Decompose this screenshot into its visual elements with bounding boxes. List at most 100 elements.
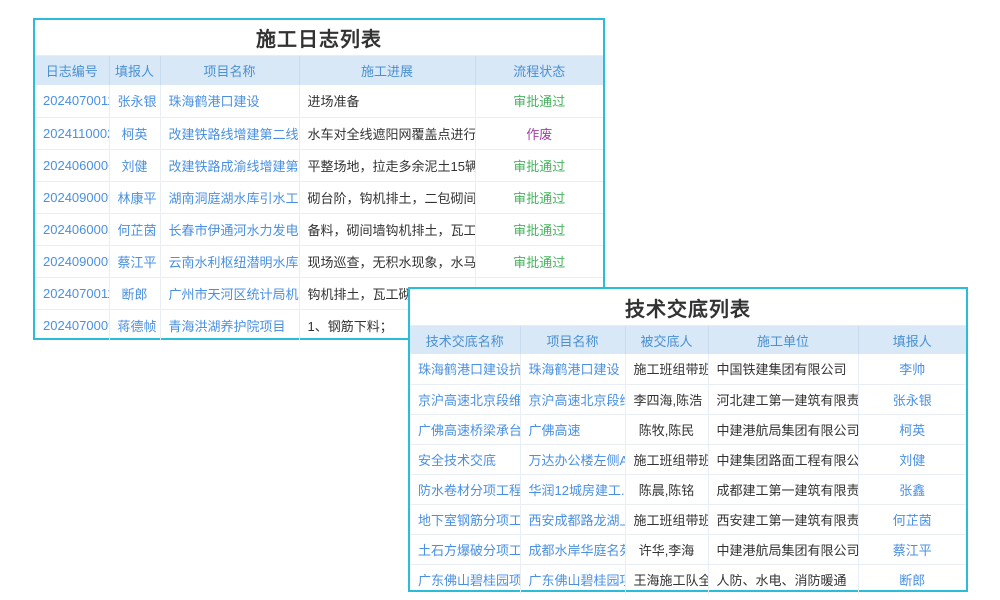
log-id-link[interactable]: 2024070009: [35, 309, 109, 341]
disclosure-name-link[interactable]: 防水卷材分项工程施...: [410, 474, 520, 504]
status-text: 审批通过: [513, 94, 565, 109]
disclosure-project-link[interactable]: 西安成都路龙湖上...: [520, 504, 625, 534]
disclosure-reporter-link[interactable]: 张永银: [858, 384, 966, 414]
disclosure-name-link[interactable]: 京沪高速北京段维修...: [410, 384, 520, 414]
disclosure-project-link[interactable]: 万达办公楼左侧A...: [520, 444, 625, 474]
tech-disclosure-title: 技术交底列表: [410, 289, 966, 326]
log-col-header-progress: 施工进展: [299, 56, 475, 85]
log-project-link[interactable]: 长春市伊通河水力发电厂...: [160, 213, 299, 245]
disclosure-header-row: 技术交底名称 项目名称 被交底人 施工单位 填报人: [410, 326, 966, 354]
log-reporter-link[interactable]: 柯英: [109, 117, 160, 149]
disclosure-name-link[interactable]: 广东佛山碧桂园项目...: [410, 564, 520, 594]
log-project-link[interactable]: 湖南洞庭湖水库引水工程...: [160, 181, 299, 213]
log-table-row: 2024090009 林康平 湖南洞庭湖水库引水工程... 砌台阶，钩机排土，二…: [35, 181, 603, 213]
disclosure-reporter-link[interactable]: 断郎: [858, 564, 966, 594]
log-id-link[interactable]: 2024110002: [35, 117, 109, 149]
log-id-link[interactable]: 2024070011: [35, 277, 109, 309]
disclosure-col-header-receiver: 被交底人: [625, 326, 708, 354]
disclosure-project-link[interactable]: 珠海鹤港口建设: [520, 354, 625, 384]
log-id-link[interactable]: 2024070011: [35, 85, 109, 117]
disclosure-project-link[interactable]: 京沪高速北京段维修: [520, 384, 625, 414]
log-id-link[interactable]: 2024060005: [35, 213, 109, 245]
log-reporter-link[interactable]: 林康平: [109, 181, 160, 213]
disclosure-table-row: 土石方爆破分项工程... 成都水岸华庭名苑... 许华,李海 中建港航局集团有限…: [410, 534, 966, 564]
disclosure-table-row: 广东佛山碧桂园项目... 广东佛山碧桂园项目 王海施工队全队 人防、水电、消防暖…: [410, 564, 966, 594]
log-status-cell: 审批通过: [475, 85, 603, 117]
disclosure-reporter-link[interactable]: 蔡江平: [858, 534, 966, 564]
disclosure-name-link[interactable]: 地下室钢筋分项工程...: [410, 504, 520, 534]
status-text: 审批通过: [513, 255, 565, 270]
disclosure-name-link[interactable]: 安全技术交底: [410, 444, 520, 474]
log-reporter-link[interactable]: 张永银: [109, 85, 160, 117]
tech-disclosure-table: 技术交底名称 项目名称 被交底人 施工单位 填报人 珠海鹤港口建设抗浮... 珠…: [410, 326, 966, 594]
disclosure-unit-text: 西安建工第一建筑有限责任公司: [708, 504, 858, 534]
disclosure-project-link[interactable]: 广佛高速: [520, 414, 625, 444]
disclosure-receiver-text: 施工班组带班...: [625, 354, 708, 384]
log-table-row: 2024070011 张永银 珠海鹤港口建设 进场准备 审批通过: [35, 85, 603, 117]
disclosure-col-header-project: 项目名称: [520, 326, 625, 354]
status-text: 审批通过: [513, 159, 565, 174]
disclosure-table-row: 防水卷材分项工程施... 华润12城房建工... 陈晨,陈铭 成都建工第一建筑有…: [410, 474, 966, 504]
log-status-cell: 审批通过: [475, 213, 603, 245]
disclosure-reporter-link[interactable]: 何芷茵: [858, 504, 966, 534]
disclosure-project-link[interactable]: 华润12城房建工...: [520, 474, 625, 504]
disclosure-project-link[interactable]: 成都水岸华庭名苑...: [520, 534, 625, 564]
disclosure-reporter-link[interactable]: 张鑫: [858, 474, 966, 504]
log-status-cell: 作废: [475, 117, 603, 149]
log-reporter-link[interactable]: 蔡江平: [109, 245, 160, 277]
disclosure-receiver-text: 施工班组带班...: [625, 444, 708, 474]
log-project-link[interactable]: 云南水利枢纽潜明水库一...: [160, 245, 299, 277]
status-text: 审批通过: [513, 191, 565, 206]
log-reporter-link[interactable]: 断郎: [109, 277, 160, 309]
log-progress-text: 平整场地，拉走多余泥土15辆...: [299, 149, 475, 181]
log-project-link[interactable]: 珠海鹤港口建设: [160, 85, 299, 117]
disclosure-col-header-unit: 施工单位: [708, 326, 858, 354]
disclosure-project-link[interactable]: 广东佛山碧桂园项目: [520, 564, 625, 594]
disclosure-receiver-text: 施工班组带班...: [625, 504, 708, 534]
log-col-header-reporter: 填报人: [109, 56, 160, 85]
log-col-header-project: 项目名称: [160, 56, 299, 85]
disclosure-reporter-link[interactable]: 刘健: [858, 444, 966, 474]
log-project-link[interactable]: 改建铁路线增建第二线直...: [160, 117, 299, 149]
log-reporter-link[interactable]: 刘健: [109, 149, 160, 181]
disclosure-unit-text: 中建港航局集团有限公司: [708, 534, 858, 564]
log-status-cell: 审批通过: [475, 245, 603, 277]
disclosure-name-link[interactable]: 珠海鹤港口建设抗浮...: [410, 354, 520, 384]
log-id-link[interactable]: 2024090009: [35, 245, 109, 277]
disclosure-table-row: 京沪高速北京段维修... 京沪高速北京段维修 李四海,陈浩 河北建工第一建筑有限…: [410, 384, 966, 414]
log-progress-text: 备料，砌间墙钩机排土，瓦工...: [299, 213, 475, 245]
log-table-row: 2024060006 刘健 改建铁路成渝线增建第二... 平整场地，拉走多余泥土…: [35, 149, 603, 181]
disclosure-receiver-text: 陈牧,陈民: [625, 414, 708, 444]
disclosure-unit-text: 中建集团路面工程有限公司: [708, 444, 858, 474]
log-project-link[interactable]: 广州市天河区统计局机房...: [160, 277, 299, 309]
disclosure-unit-text: 中国铁建集团有限公司: [708, 354, 858, 384]
log-reporter-link[interactable]: 何芷茵: [109, 213, 160, 245]
status-text: 审批通过: [513, 223, 565, 238]
log-reporter-link[interactable]: 蒋德帧: [109, 309, 160, 341]
disclosure-col-header-reporter: 填报人: [858, 326, 966, 354]
log-id-link[interactable]: 2024060006: [35, 149, 109, 181]
disclosure-receiver-text: 许华,李海: [625, 534, 708, 564]
log-project-link[interactable]: 青海洪湖养护院项目: [160, 309, 299, 341]
disclosure-unit-text: 人防、水电、消防暖通: [708, 564, 858, 594]
disclosure-reporter-link[interactable]: 柯英: [858, 414, 966, 444]
disclosure-name-link[interactable]: 广佛高速桥梁承台施...: [410, 414, 520, 444]
log-progress-text: 砌台阶，钩机排土，二包砌间...: [299, 181, 475, 213]
log-project-link[interactable]: 改建铁路成渝线增建第二...: [160, 149, 299, 181]
log-progress-text: 水车对全线遮阳网覆盖点进行...: [299, 117, 475, 149]
disclosure-table-row: 安全技术交底 万达办公楼左侧A... 施工班组带班... 中建集团路面工程有限公…: [410, 444, 966, 474]
disclosure-unit-text: 成都建工第一建筑有限责任公司: [708, 474, 858, 504]
log-table-row: 2024060005 何芷茵 长春市伊通河水力发电厂... 备料，砌间墙钩机排土…: [35, 213, 603, 245]
disclosure-table-row: 地下室钢筋分项工程... 西安成都路龙湖上... 施工班组带班... 西安建工第…: [410, 504, 966, 534]
log-table-row: 2024090009 蔡江平 云南水利枢纽潜明水库一... 现场巡查，无积水现象…: [35, 245, 603, 277]
log-header-row: 日志编号 填报人 项目名称 施工进展 流程状态: [35, 56, 603, 85]
disclosure-receiver-text: 陈晨,陈铭: [625, 474, 708, 504]
disclosure-reporter-link[interactable]: 李帅: [858, 354, 966, 384]
disclosure-name-link[interactable]: 土石方爆破分项工程...: [410, 534, 520, 564]
disclosure-unit-text: 中建港航局集团有限公司: [708, 414, 858, 444]
disclosure-unit-text: 河北建工第一建筑有限责任公司: [708, 384, 858, 414]
log-table-row: 2024110002 柯英 改建铁路线增建第二线直... 水车对全线遮阳网覆盖点…: [35, 117, 603, 149]
log-id-link[interactable]: 2024090009: [35, 181, 109, 213]
disclosure-table-row: 广佛高速桥梁承台施... 广佛高速 陈牧,陈民 中建港航局集团有限公司 柯英: [410, 414, 966, 444]
log-col-header-status: 流程状态: [475, 56, 603, 85]
